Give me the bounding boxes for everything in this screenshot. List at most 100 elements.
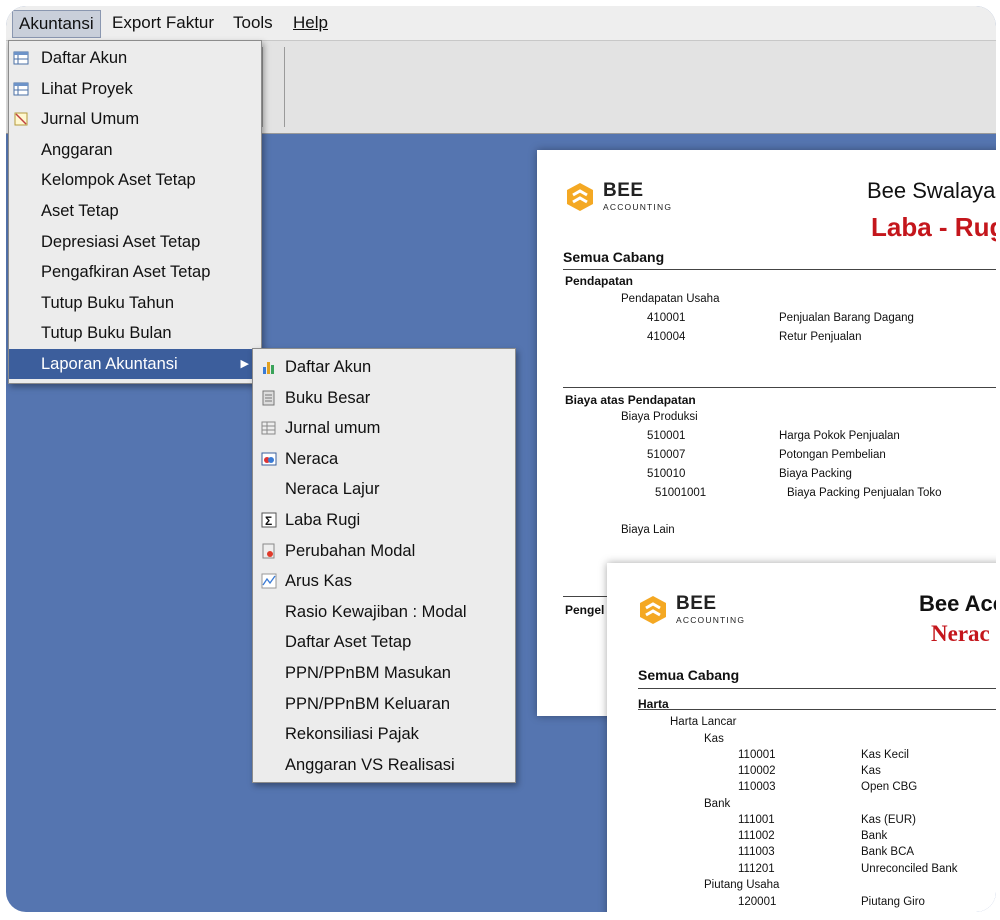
menu-item-label: Jurnal umum bbox=[285, 419, 381, 438]
menu-item-label: Perubahan Modal bbox=[285, 541, 416, 560]
line-chart-icon bbox=[261, 573, 277, 589]
menu-item-label: Neraca Lajur bbox=[285, 480, 380, 499]
account-code: 110001 bbox=[738, 749, 776, 761]
account-code: 120001 bbox=[738, 896, 777, 908]
submenu-arrow-icon: ▶ bbox=[240, 358, 249, 370]
akuntansi-item-anggaran[interactable]: Anggaran bbox=[9, 135, 261, 165]
account-name: Potongan Pembelian bbox=[779, 449, 886, 461]
menu-export-faktur[interactable]: Export Faktur bbox=[106, 10, 220, 36]
report-title: Laba - Rug bbox=[871, 212, 996, 242]
report-group-label: Harta Lancar bbox=[670, 716, 737, 728]
laporan-item-daftar-aset-tetap[interactable]: Daftar Aset Tetap bbox=[253, 627, 515, 657]
account-code: 410004 bbox=[647, 331, 686, 343]
menu-item-label: Aset Tetap bbox=[41, 202, 119, 220]
report-group-label: Bank bbox=[704, 798, 731, 810]
menu-item-label: Depresiasi Aset Tetap bbox=[41, 232, 201, 251]
menu-item-label: Anggaran VS Realisasi bbox=[285, 755, 455, 774]
account-name: Kas Kecil bbox=[861, 749, 909, 761]
laporan-item-rekonsiliasi-pajak[interactable]: Rekonsiliasi Pajak bbox=[253, 719, 515, 749]
svg-text:Σ: Σ bbox=[265, 514, 272, 528]
menu-item-label: PPN/PPnBM Masukan bbox=[285, 664, 451, 682]
report-company: Bee Acc bbox=[919, 591, 996, 616]
account-code: 510010 bbox=[647, 468, 686, 480]
menu-help[interactable]: Help bbox=[287, 10, 334, 36]
report-section-heading: Pengel bbox=[565, 603, 605, 617]
laporan-item-anggaran-vs-realisasi[interactable]: Anggaran VS Realisasi bbox=[253, 750, 515, 780]
menu-item-label: Neraca bbox=[285, 449, 339, 468]
menu-item-label: Laba Rugi bbox=[285, 511, 361, 529]
account-name: Biaya Packing bbox=[779, 468, 852, 480]
menu-item-label: Daftar Akun bbox=[41, 49, 128, 67]
menu-item-label: Daftar Akun bbox=[285, 358, 372, 376]
account-code: 111003 bbox=[738, 846, 775, 858]
account-name: Open CBG bbox=[861, 781, 918, 793]
akuntansi-item-pengafkiran-aset-tetap[interactable]: Pengafkiran Aset Tetap bbox=[9, 257, 261, 287]
account-code: 111001 bbox=[738, 814, 775, 826]
laporan-item-buku-besar[interactable]: Buku Besar bbox=[253, 383, 515, 413]
menu-item-label: Anggaran bbox=[41, 140, 113, 159]
divider bbox=[563, 387, 996, 388]
akuntansi-item-jurnal-umum[interactable]: Jurnal Umum bbox=[9, 104, 261, 134]
report-group-label: Biaya Produksi bbox=[621, 411, 698, 423]
divider bbox=[638, 709, 996, 710]
akuntansi-item-depresiasi-aset-tetap[interactable]: Depresiasi Aset Tetap bbox=[9, 227, 261, 257]
menu-item-label: Daftar Aset Tetap bbox=[285, 633, 412, 652]
laporan-item-neraca-lajur[interactable]: Neraca Lajur bbox=[253, 474, 515, 504]
account-code: 510007 bbox=[647, 449, 686, 461]
menu-item-label: Rasio Kewajiban : Modal bbox=[285, 602, 467, 621]
laporan-item-ppn-ppnbm-masukan[interactable]: PPN/PPnBM Masukan bbox=[253, 658, 515, 688]
logo-name: BEE bbox=[676, 593, 717, 614]
akuntansi-item-tutup-buku-bulan[interactable]: Tutup Buku Bulan bbox=[9, 318, 261, 348]
account-code: 110003 bbox=[738, 781, 776, 793]
akuntansi-item-laporan-akuntansi[interactable]: Laporan Akuntansi ▶ bbox=[9, 349, 261, 379]
menu-tools[interactable]: Tools bbox=[227, 10, 279, 36]
bee-logo: BEE ACCOUNTING bbox=[565, 180, 695, 214]
menu-bar: Akuntansi Export Faktur Tools Help bbox=[6, 6, 996, 41]
laporan-item-laba-rugi[interactable]: Σ Laba Rugi bbox=[253, 505, 515, 535]
journal-icon bbox=[14, 112, 28, 126]
menu-item-label: Rekonsiliasi Pajak bbox=[285, 725, 419, 744]
account-name: Biaya Packing Penjualan Toko bbox=[787, 487, 942, 499]
laporan-item-jurnal-umum[interactable]: Jurnal umum bbox=[253, 413, 515, 443]
account-name: Unreconciled Bank bbox=[861, 863, 958, 875]
menu-akuntansi[interactable]: Akuntansi bbox=[12, 10, 101, 38]
report-section-heading: Biaya atas Pendapatan bbox=[565, 393, 696, 407]
menu-item-label: Tutup Buku Tahun bbox=[41, 293, 175, 312]
report-group-label: Piutang Usaha bbox=[704, 879, 780, 891]
akuntansi-item-kelompok-aset-tetap[interactable]: Kelompok Aset Tetap bbox=[9, 165, 261, 195]
report-group-label: Biaya Lain bbox=[621, 524, 675, 536]
toolbar-separator bbox=[284, 47, 285, 127]
report-title: Nerac bbox=[931, 621, 990, 646]
balance-icon bbox=[261, 452, 277, 466]
report-cabang: Semua Cabang bbox=[638, 667, 740, 683]
report-cabang: Semua Cabang bbox=[563, 249, 665, 265]
report-section-heading: Harta bbox=[638, 697, 669, 711]
akuntansi-item-aset-tetap[interactable]: Aset Tetap bbox=[9, 196, 261, 226]
menu-item-label: Kelompok Aset Tetap bbox=[41, 171, 196, 190]
laporan-item-daftar-akun[interactable]: Daftar Akun bbox=[253, 352, 515, 382]
ledger-icon bbox=[262, 390, 275, 406]
laporan-item-arus-kas[interactable]: Arus Kas bbox=[253, 566, 515, 596]
account-name: Penjualan Barang Dagang bbox=[779, 312, 914, 324]
report-group-label: Kas bbox=[704, 733, 724, 745]
account-name: Retur Penjualan bbox=[779, 331, 862, 343]
toolbar-separator bbox=[262, 47, 263, 127]
akuntansi-item-tutup-buku-tahun[interactable]: Tutup Buku Tahun bbox=[9, 288, 261, 318]
menu-item-label: Arus Kas bbox=[285, 572, 352, 591]
laporan-item-perubahan-modal[interactable]: Perubahan Modal bbox=[253, 536, 515, 566]
laporan-item-neraca[interactable]: Neraca bbox=[253, 444, 515, 474]
laporan-item-rasio-kewajiban-modal[interactable]: Rasio Kewajiban : Modal bbox=[253, 597, 515, 627]
table-icon bbox=[13, 82, 29, 96]
report-company: Bee Swalaya bbox=[867, 178, 996, 203]
bee-logo-icon bbox=[567, 183, 593, 211]
logo-subtitle: ACCOUNTING bbox=[676, 615, 746, 625]
divider bbox=[563, 269, 996, 270]
logo-subtitle: ACCOUNTING bbox=[603, 202, 673, 212]
menu-item-label: Buku Besar bbox=[285, 388, 371, 407]
laporan-item-ppn-ppnbm-keluaran[interactable]: PPN/PPnBM Keluaran bbox=[253, 689, 515, 719]
account-name: Harga Pokok Penjualan bbox=[779, 430, 900, 442]
akuntansi-item-daftar-akun[interactable]: Daftar Akun bbox=[9, 43, 261, 73]
account-name: Kas bbox=[861, 765, 881, 777]
akuntansi-item-lihat-proyek[interactable]: Lihat Proyek bbox=[9, 74, 261, 104]
bee-logo-icon bbox=[640, 596, 666, 624]
